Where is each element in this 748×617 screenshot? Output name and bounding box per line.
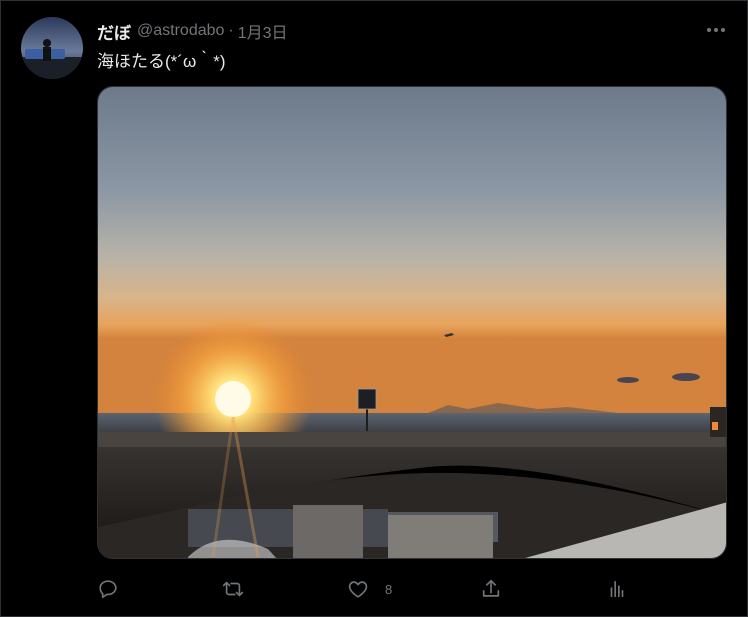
more-options-button[interactable]	[703, 17, 729, 43]
avatar-image	[21, 17, 83, 79]
user-avatar[interactable]	[21, 17, 83, 79]
tweet-card[interactable]: だぼ @astrodabo · 1月3日 海ほたる(*´ω｀*) 8	[0, 0, 748, 617]
sunset-photo	[98, 87, 726, 558]
separator-dot: ·	[228, 22, 234, 39]
tweet-media[interactable]	[97, 86, 727, 559]
tweet-header: だぼ @astrodabo · 1月3日	[97, 19, 288, 43]
reply-button[interactable]	[97, 576, 119, 602]
share-button[interactable]	[480, 576, 502, 602]
more-dots-icon	[707, 28, 725, 32]
tweet-actions: 8	[97, 576, 637, 602]
retweet-icon	[222, 581, 244, 597]
analytics-icon	[610, 580, 624, 598]
like-button[interactable]: 8	[347, 576, 392, 602]
retweet-button[interactable]	[221, 576, 245, 602]
tweet-text: 海ほたる(*´ω｀*)	[97, 52, 226, 71]
reply-icon	[99, 580, 117, 599]
user-handle[interactable]: @astrodabo	[137, 22, 224, 40]
like-count: 8	[385, 581, 393, 597]
share-icon	[482, 579, 500, 597]
display-name[interactable]: だぼ	[97, 19, 131, 44]
heart-icon	[348, 581, 368, 598]
tweet-date[interactable]: 1月3日	[238, 19, 288, 43]
analytics-button[interactable]	[606, 576, 628, 602]
